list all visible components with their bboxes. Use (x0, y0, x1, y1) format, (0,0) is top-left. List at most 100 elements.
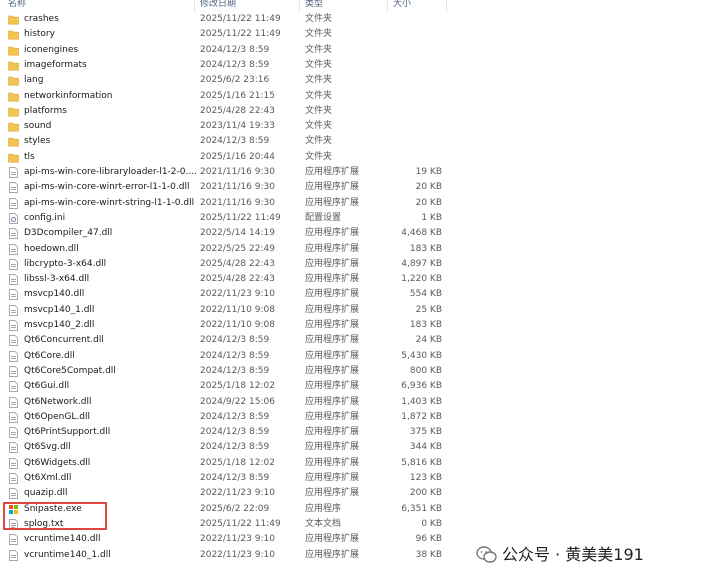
file-type: 应用程序扩展 (305, 274, 360, 285)
file-row[interactable]: sound 2023/11/4 19:33 文件夹 (0, 119, 470, 134)
folder-icon (8, 91, 19, 102)
column-header-date[interactable]: 修改日期 (200, 0, 236, 11)
file-row[interactable]: msvcp140_2.dll 2022/11/10 9:08 应用程序扩展 183 K… (0, 318, 470, 333)
file-date: 2025/4/28 22:43 (200, 105, 275, 116)
file-size: 183 KB (409, 243, 442, 254)
file-row[interactable]: history 2025/11/22 11:49 文件夹 (0, 27, 470, 42)
file-row[interactable]: Qt6OpenGL.dll 2024/12/3 8:59 应用程序扩展 1,872 K… (0, 410, 470, 425)
file-date: 2024/12/3 8:59 (200, 427, 270, 438)
file-type: 应用程序扩展 (305, 381, 360, 392)
column-header-bar: 名称 修改日期 类型 大小 (0, 0, 720, 12)
file-row[interactable]: quazip.dll 2022/11/23 9:10 应用程序扩展 200 KB (0, 486, 470, 501)
file-row[interactable]: Qt6Xml.dll 2024/12/3 8:59 应用程序扩展 123 KB (0, 471, 470, 486)
file-row[interactable]: hoedown.dll 2022/5/25 22:49 应用程序扩展 183 KB (0, 242, 470, 257)
file-date: 2021/11/16 9:30 (200, 182, 275, 193)
file-row[interactable]: Qt6PrintSupport.dll 2024/12/3 8:59 应用程序扩展 3… (0, 425, 470, 440)
file-type: 文件夹 (305, 90, 333, 101)
file-name: history (24, 29, 55, 40)
file-row[interactable]: Qt6Gui.dll 2025/1/18 12:02 应用程序扩展 6,936 KB (0, 379, 470, 394)
file-row[interactable]: api-ms-win-core-libraryloader-l1-2-0....… (0, 165, 470, 180)
file-date: 2022/5/25 22:49 (200, 243, 275, 254)
file-row[interactable]: Qt6Concurrent.dll 2024/12/3 8:59 应用程序扩展 24 … (0, 333, 470, 348)
file-row[interactable]: libcrypto-3-x64.dll 2025/4/28 22:43 应用程序扩展… (0, 257, 470, 272)
file-row[interactable]: Qt6Core.dll 2024/12/3 8:59 应用程序扩展 5,430 KB (0, 349, 470, 364)
column-divider[interactable] (387, 0, 388, 12)
file-row[interactable]: msvcp140_1.dll 2022/11/10 9:08 应用程序扩展 25 KB (0, 303, 470, 318)
dll-file-icon (8, 350, 19, 362)
file-row[interactable]: vcruntime140_1.dll 2022/11/23 9:10 应用程序扩展 3… (0, 548, 470, 563)
file-type: 应用程序扩展 (305, 473, 360, 483)
dll-file-icon (8, 427, 19, 438)
file-name: hoedown.dll (24, 243, 79, 254)
file-name: Qt6PrintSupport.dll (24, 427, 111, 438)
file-row[interactable]: imageformats 2024/12/3 8:59 文件夹 (0, 58, 470, 73)
column-divider[interactable] (299, 0, 300, 12)
dll-file-icon (8, 442, 19, 454)
column-header-type[interactable]: 类型 (305, 0, 323, 11)
file-row[interactable]: tls 2025/1/16 20:44 文件夹 (0, 150, 470, 165)
file-row[interactable]: D3Dcompiler_47.dll 2022/5/14 14:19 应用程序扩展 4… (0, 226, 470, 241)
column-header-size[interactable]: 大小 (393, 0, 411, 11)
file-row[interactable]: msvcp140.dll 2022/11/23 9:10 应用程序扩展 554 KB (0, 287, 470, 302)
file-name: tls (24, 151, 35, 162)
file-row[interactable]: Qt6Svg.dll 2024/12/3 8:59 应用程序扩展 344 KB (0, 440, 470, 455)
file-row[interactable]: lang 2025/6/2 23:16 文件夹 (0, 73, 470, 88)
file-row[interactable]: vcruntime140.dll 2022/11/23 9:10 应用程序扩展 96 … (0, 532, 470, 547)
file-type: 文件夹 (305, 14, 333, 24)
file-size: 375 KB (409, 427, 442, 438)
file-name: msvcp140_2.dll (24, 320, 95, 330)
column-header-name[interactable]: 名称 (8, 0, 26, 11)
file-size: 25 KB (415, 304, 442, 315)
file-row[interactable]: libssl-3-x64.dll 2025/4/28 22:43 应用程序扩展 1,2… (0, 272, 470, 287)
file-date: 2025/4/28 22:43 (200, 258, 275, 269)
file-type: 应用程序扩展 (305, 167, 360, 177)
dll-file-icon (8, 228, 19, 240)
file-type: 文件夹 (305, 151, 333, 162)
file-date: 2024/12/3 8:59 (200, 365, 270, 376)
folder-icon (8, 45, 19, 56)
file-type: 文件夹 (305, 121, 333, 132)
file-name: vcruntime140_1.dll (24, 549, 111, 560)
file-row[interactable]: api-ms-win-core-winrt-string-l1-1-0.dll 2… (0, 196, 470, 211)
dll-file-icon (8, 366, 19, 377)
file-type: 应用程序扩展 (305, 197, 360, 208)
dll-file-icon (8, 182, 19, 194)
file-row[interactable]: Qt6Widgets.dll 2025/1/18 12:02 应用程序扩展 5,816… (0, 456, 470, 471)
dll-file-icon (8, 258, 19, 270)
file-type: 文件夹 (305, 75, 333, 86)
file-type: 应用程序扩展 (305, 182, 360, 193)
config-file-icon (8, 213, 19, 224)
file-size: 4,468 KB (401, 228, 442, 239)
file-size: 5,430 KB (401, 350, 442, 361)
file-date: 2024/12/3 8:59 (200, 442, 270, 453)
file-size: 6,351 KB (401, 503, 442, 514)
file-name: Qt6Widgets.dll (24, 457, 91, 468)
file-name: crashes (24, 14, 59, 24)
watermark: 公众号 · 黄美美191 (476, 542, 644, 568)
dll-file-icon (8, 243, 19, 255)
file-row[interactable]: Qt6Core5Compat.dll 2024/12/3 8:59 应用程序扩展 80… (0, 364, 470, 379)
file-name: libcrypto-3-x64.dll (24, 258, 107, 269)
file-name: sound (24, 121, 52, 132)
file-type: 应用程序扩展 (305, 549, 360, 560)
file-name: api-ms-win-core-winrt-error-l1-1-0.dll (24, 182, 190, 193)
file-type: 文件夹 (305, 59, 333, 70)
file-name: quazip.dll (24, 488, 68, 499)
file-row[interactable]: api-ms-win-core-winrt-error-l1-1-0.dll 20… (0, 180, 470, 195)
file-type: 文件夹 (305, 44, 333, 55)
file-name: platforms (24, 105, 67, 116)
column-divider[interactable] (194, 0, 195, 12)
file-row[interactable]: crashes 2025/11/22 11:49 文件夹 (0, 12, 470, 27)
folder-icon (8, 136, 19, 147)
file-name: networkinformation (24, 90, 113, 101)
file-row[interactable]: Qt6Network.dll 2024/9/22 15:06 应用程序扩展 1,403… (0, 395, 470, 410)
file-row[interactable]: platforms 2025/4/28 22:43 文件夹 (0, 104, 470, 119)
column-divider[interactable] (446, 0, 447, 12)
file-row[interactable]: networkinformation 2025/1/16 21:15 文件夹 (0, 89, 470, 104)
file-row[interactable]: config.ini 2025/11/22 11:49 配置设置 1 KB (0, 211, 470, 226)
file-date: 2025/11/22 11:49 (200, 14, 281, 24)
file-row[interactable]: styles 2024/12/3 8:59 文件夹 (0, 134, 470, 149)
file-row[interactable]: iconengines 2024/12/3 8:59 文件夹 (0, 43, 470, 58)
file-date: 2025/11/22 11:49 (200, 212, 281, 223)
file-type: 应用程序扩展 (305, 335, 360, 346)
